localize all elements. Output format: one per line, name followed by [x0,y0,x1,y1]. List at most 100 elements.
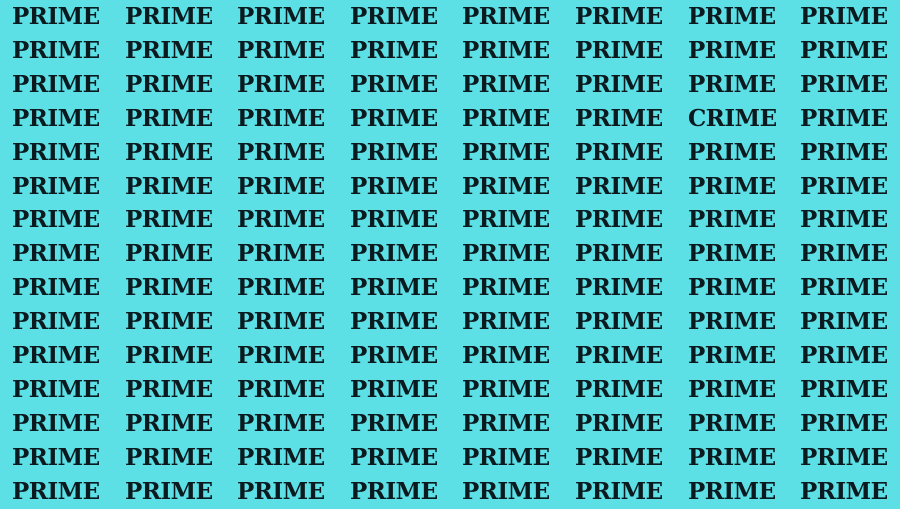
word-cell[interactable]: PRIME [800,237,900,271]
word-cell[interactable]: PRIME [237,271,337,305]
word-cell[interactable]: PRIME [237,136,337,170]
word-cell[interactable]: PRIME [237,170,337,204]
word-cell[interactable]: PRIME [575,305,675,339]
word-cell[interactable]: PRIME [575,475,675,509]
word-cell[interactable]: PRIME [575,237,675,271]
word-cell[interactable]: PRIME [688,373,788,407]
word-cell[interactable]: PRIME [12,68,112,102]
word-cell[interactable]: PRIME [12,203,112,237]
word-cell[interactable]: PRIME [12,475,112,509]
word-cell[interactable]: PRIME [688,203,788,237]
word-cell[interactable]: PRIME [462,475,562,509]
word-cell[interactable]: PRIME [350,305,450,339]
word-cell[interactable]: PRIME [462,339,562,373]
word-cell[interactable]: PRIME [237,203,337,237]
word-cell[interactable]: PRIME [800,441,900,475]
word-cell[interactable]: PRIME [12,34,112,68]
word-cell[interactable]: PRIME [12,339,112,373]
word-cell[interactable]: PRIME [688,271,788,305]
word-cell[interactable]: PRIME [575,339,675,373]
word-cell[interactable]: PRIME [125,170,225,204]
word-cell[interactable]: PRIME [237,237,337,271]
word-cell[interactable]: PRIME [688,34,788,68]
word-cell[interactable]: PRIME [12,170,112,204]
word-cell[interactable]: PRIME [800,305,900,339]
word-cell[interactable]: PRIME [237,339,337,373]
word-cell[interactable]: PRIME [462,373,562,407]
word-cell[interactable]: PRIME [237,68,337,102]
word-cell[interactable]: PRIME [12,407,112,441]
word-cell[interactable]: PRIME [125,34,225,68]
word-cell[interactable]: PRIME [12,373,112,407]
word-cell[interactable]: PRIME [462,102,562,136]
word-cell[interactable]: PRIME [350,271,450,305]
word-cell[interactable]: PRIME [575,102,675,136]
word-cell[interactable]: PRIME [350,237,450,271]
word-cell[interactable]: PRIME [350,407,450,441]
word-cell[interactable]: PRIME [800,136,900,170]
word-cell[interactable]: PRIME [800,339,900,373]
word-cell[interactable]: PRIME [688,305,788,339]
word-cell[interactable]: PRIME [800,407,900,441]
word-cell[interactable]: PRIME [800,475,900,509]
word-cell[interactable]: PRIME [125,237,225,271]
word-cell[interactable]: PRIME [125,68,225,102]
word-cell[interactable]: PRIME [575,68,675,102]
word-cell[interactable]: PRIME [125,136,225,170]
word-cell[interactable]: PRIME [575,34,675,68]
word-cell[interactable]: PRIME [688,68,788,102]
word-cell[interactable]: PRIME [350,475,450,509]
word-cell[interactable]: PRIME [688,170,788,204]
word-cell[interactable]: PRIME [125,271,225,305]
word-cell[interactable]: PRIME [800,373,900,407]
word-cell[interactable]: PRIME [350,136,450,170]
word-cell[interactable]: PRIME [12,0,112,34]
word-cell[interactable]: PRIME [575,373,675,407]
word-cell[interactable]: PRIME [688,237,788,271]
word-cell[interactable]: PRIME [12,271,112,305]
word-cell[interactable]: PRIME [462,34,562,68]
word-cell[interactable]: PRIME [462,203,562,237]
word-cell[interactable]: PRIME [575,271,675,305]
word-cell[interactable]: PRIME [462,305,562,339]
word-cell[interactable]: PRIME [350,373,450,407]
word-cell[interactable]: PRIME [462,0,562,34]
word-cell[interactable]: PRIME [575,0,675,34]
word-cell[interactable]: PRIME [462,237,562,271]
word-cell[interactable]: PRIME [350,0,450,34]
word-cell[interactable]: PRIME [125,407,225,441]
word-cell[interactable]: PRIME [688,136,788,170]
word-cell[interactable]: PRIME [237,441,337,475]
word-cell[interactable]: PRIME [237,305,337,339]
word-cell[interactable]: PRIME [688,475,788,509]
word-cell[interactable]: PRIME [800,271,900,305]
word-cell[interactable]: PRIME [125,0,225,34]
word-cell[interactable]: PRIME [237,407,337,441]
word-cell[interactable]: PRIME [462,407,562,441]
word-cell[interactable]: PRIME [575,441,675,475]
word-cell[interactable]: PRIME [350,170,450,204]
word-cell[interactable]: PRIME [800,170,900,204]
word-cell[interactable]: PRIME [125,373,225,407]
word-cell[interactable]: PRIME [350,102,450,136]
word-cell[interactable]: PRIME [688,0,788,34]
word-cell[interactable]: PRIME [688,407,788,441]
word-cell[interactable]: PRIME [237,475,337,509]
word-cell[interactable]: PRIME [800,102,900,136]
odd-word[interactable]: CRIME [688,102,788,136]
word-cell[interactable]: PRIME [575,407,675,441]
word-cell[interactable]: PRIME [800,0,900,34]
word-cell[interactable]: PRIME [462,136,562,170]
word-cell[interactable]: PRIME [237,34,337,68]
word-cell[interactable]: PRIME [12,136,112,170]
word-cell[interactable]: PRIME [462,170,562,204]
word-cell[interactable]: PRIME [350,339,450,373]
word-cell[interactable]: PRIME [350,34,450,68]
word-cell[interactable]: PRIME [125,475,225,509]
word-cell[interactable]: PRIME [237,373,337,407]
word-cell[interactable]: PRIME [350,68,450,102]
word-cell[interactable]: PRIME [575,170,675,204]
word-cell[interactable]: PRIME [575,136,675,170]
word-cell[interactable]: PRIME [350,441,450,475]
word-cell[interactable]: PRIME [12,305,112,339]
